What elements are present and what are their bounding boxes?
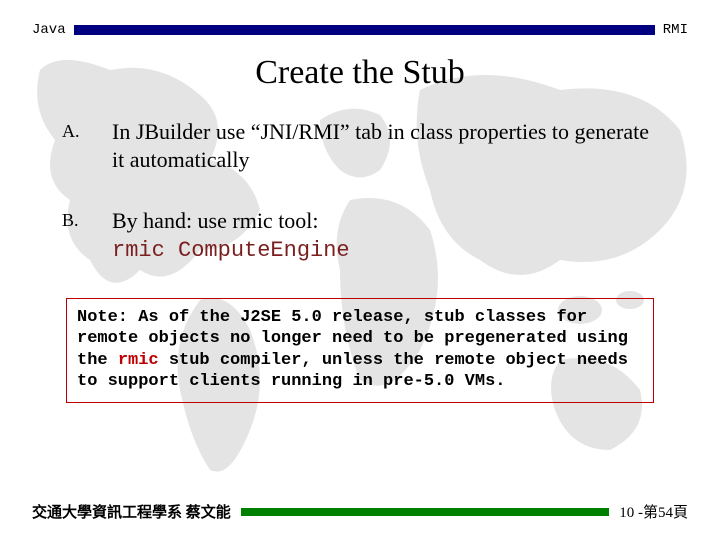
list-marker-a: A. [62, 118, 84, 173]
list-item: B. By hand: use rmic tool: rmic ComputeE… [62, 207, 658, 264]
content-list: A. In JBuilder use “JNI/RMI” tab in clas… [32, 118, 688, 264]
list-item: A. In JBuilder use “JNI/RMI” tab in clas… [62, 118, 658, 173]
header-bar: Java RMI [32, 22, 688, 38]
footer-page-number: 10 -第54頁 [619, 501, 688, 522]
list-text-a: In JBuilder use “JNI/RMI” tab in class p… [112, 118, 658, 173]
footer-author: 交通大學資訊工程學系 蔡文能 [32, 501, 231, 522]
footer-rule [241, 508, 609, 516]
list-text-b-line1: By hand: use rmic tool: [112, 208, 319, 233]
list-text-b: By hand: use rmic tool: rmic ComputeEngi… [112, 207, 350, 264]
header-left-text: Java [32, 22, 66, 38]
note-rmic-keyword: rmic [118, 351, 159, 370]
footer-bar: 交通大學資訊工程學系 蔡文能 10 -第54頁 [32, 501, 688, 522]
note-suffix: stub compiler, unless the remote object … [77, 351, 628, 391]
list-marker-b: B. [62, 207, 84, 264]
header-right-text: RMI [663, 22, 688, 38]
note-box: Note: As of the J2SE 5.0 release, stub c… [66, 298, 654, 403]
page-title: Create the Stub [32, 54, 688, 92]
header-rule [74, 25, 655, 35]
code-snippet: rmic ComputeEngine [112, 238, 350, 263]
slide: Java RMI Create the Stub A. In JBuilder … [0, 0, 720, 540]
